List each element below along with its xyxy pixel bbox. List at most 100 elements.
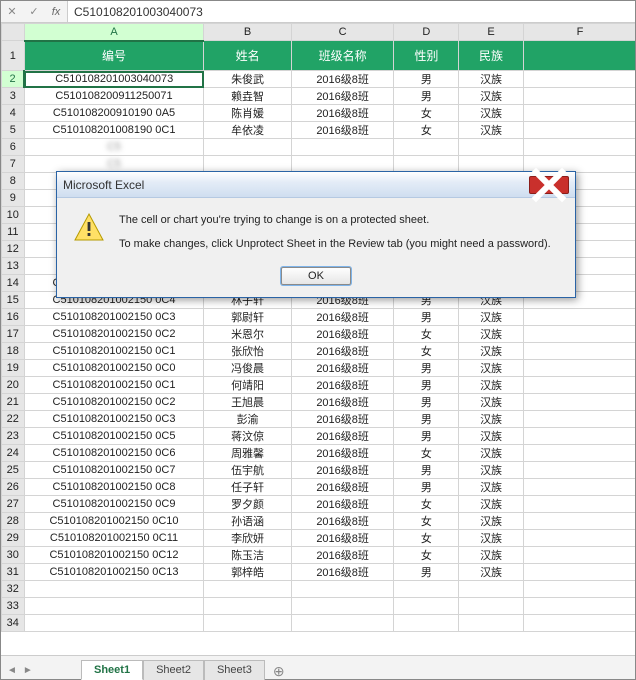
cell-A29[interactable]: C510108201002150 0C11 (24, 530, 204, 547)
cell-F23[interactable] (523, 428, 635, 445)
cell-A26[interactable]: C510108201002150 0C8 (24, 479, 204, 496)
sheet-tab-sheet1[interactable]: Sheet1 (81, 660, 143, 680)
col-header-B[interactable]: B (204, 24, 291, 41)
cell-B16[interactable]: 郭尉轩 (204, 309, 291, 326)
formula-accept-icon[interactable]: ✓ (23, 2, 45, 22)
row-header-7[interactable]: 7 (2, 156, 25, 173)
cell-B2[interactable]: 朱俊武 (204, 71, 291, 88)
cell-A6[interactable]: C5 (24, 139, 204, 156)
select-all-corner[interactable] (2, 24, 25, 41)
cell-D31[interactable]: 男 (394, 564, 459, 581)
cell-E26[interactable]: 汉族 (459, 479, 524, 496)
cell-C28[interactable]: 2016级8班 (291, 513, 394, 530)
cell-B19[interactable]: 冯俊晨 (204, 360, 291, 377)
row-header-34[interactable]: 34 (2, 615, 25, 632)
nav-prev-icon[interactable]: ◄ (7, 665, 17, 676)
cell-F4[interactable] (523, 105, 635, 122)
header-cell-D[interactable]: 性别 (394, 41, 459, 71)
spreadsheet-grid[interactable]: ABCDEF1编号姓名班级名称性别民族2C510108201003040073朱… (1, 23, 635, 643)
cell-C5[interactable]: 2016级8班 (291, 122, 394, 139)
row-header-17[interactable]: 17 (2, 326, 25, 343)
cell-F28[interactable] (523, 513, 635, 530)
row-header-20[interactable]: 20 (2, 377, 25, 394)
cell-F17[interactable] (523, 326, 635, 343)
cell-F32[interactable] (523, 581, 635, 598)
cell-B29[interactable]: 李欣妍 (204, 530, 291, 547)
cell-E7[interactable] (459, 156, 524, 173)
cell-A21[interactable]: C510108201002150 0C2 (24, 394, 204, 411)
cell-A20[interactable]: C510108201002150 0C1 (24, 377, 204, 394)
col-header-D[interactable]: D (394, 24, 459, 41)
cell-C16[interactable]: 2016级8班 (291, 309, 394, 326)
row-header-26[interactable]: 26 (2, 479, 25, 496)
cell-F22[interactable] (523, 411, 635, 428)
cell-E28[interactable]: 汉族 (459, 513, 524, 530)
cell-B17[interactable]: 米恩尔 (204, 326, 291, 343)
sheet-tab-sheet2[interactable]: Sheet2 (143, 660, 204, 680)
cell-F26[interactable] (523, 479, 635, 496)
row-header-4[interactable]: 4 (2, 105, 25, 122)
cell-A23[interactable]: C510108201002150 0C5 (24, 428, 204, 445)
cell-D22[interactable]: 男 (394, 411, 459, 428)
cell-C31[interactable]: 2016级8班 (291, 564, 394, 581)
fx-icon[interactable]: fx (45, 2, 67, 22)
header-cell-A[interactable]: 编号 (24, 41, 204, 71)
cell-C32[interactable] (291, 581, 394, 598)
cell-E32[interactable] (459, 581, 524, 598)
cell-C18[interactable]: 2016级8班 (291, 343, 394, 360)
close-icon[interactable] (529, 176, 569, 194)
cell-D5[interactable]: 女 (394, 122, 459, 139)
cell-D32[interactable] (394, 581, 459, 598)
cell-B33[interactable] (204, 598, 291, 615)
cell-A5[interactable]: C510108201008190 0C1 (24, 122, 204, 139)
cell-E31[interactable]: 汉族 (459, 564, 524, 581)
cell-A24[interactable]: C510108201002150 0C6 (24, 445, 204, 462)
cell-C3[interactable]: 2016级8班 (291, 88, 394, 105)
cell-E19[interactable]: 汉族 (459, 360, 524, 377)
cell-A28[interactable]: C510108201002150 0C10 (24, 513, 204, 530)
col-header-E[interactable]: E (459, 24, 524, 41)
cell-D18[interactable]: 女 (394, 343, 459, 360)
cell-C17[interactable]: 2016级8班 (291, 326, 394, 343)
cell-F5[interactable] (523, 122, 635, 139)
row-header-10[interactable]: 10 (2, 207, 25, 224)
cell-E24[interactable]: 汉族 (459, 445, 524, 462)
row-header-22[interactable]: 22 (2, 411, 25, 428)
cell-D6[interactable] (394, 139, 459, 156)
row-header-8[interactable]: 8 (2, 173, 25, 190)
ok-button[interactable]: OK (281, 267, 351, 285)
cell-F29[interactable] (523, 530, 635, 547)
cell-F18[interactable] (523, 343, 635, 360)
cell-C7[interactable] (291, 156, 394, 173)
cell-E21[interactable]: 汉族 (459, 394, 524, 411)
add-sheet-button[interactable]: ⊕ (265, 663, 293, 680)
cell-B34[interactable] (204, 615, 291, 632)
cell-A19[interactable]: C510108201002150 0C0 (24, 360, 204, 377)
cell-D3[interactable]: 男 (394, 88, 459, 105)
cell-F27[interactable] (523, 496, 635, 513)
cell-E17[interactable]: 汉族 (459, 326, 524, 343)
header-cell-C[interactable]: 班级名称 (291, 41, 394, 71)
cell-B7[interactable] (204, 156, 291, 173)
cell-C23[interactable]: 2016级8班 (291, 428, 394, 445)
row-header-28[interactable]: 28 (2, 513, 25, 530)
cell-B18[interactable]: 张欣怡 (204, 343, 291, 360)
cell-B22[interactable]: 彭渝 (204, 411, 291, 428)
cell-D2[interactable]: 男 (394, 71, 459, 88)
cell-E25[interactable]: 汉族 (459, 462, 524, 479)
cell-C27[interactable]: 2016级8班 (291, 496, 394, 513)
cell-A18[interactable]: C510108201002150 0C1 (24, 343, 204, 360)
cell-F21[interactable] (523, 394, 635, 411)
cell-D26[interactable]: 男 (394, 479, 459, 496)
cell-D29[interactable]: 女 (394, 530, 459, 547)
cell-F31[interactable] (523, 564, 635, 581)
cell-C2[interactable]: 2016级8班 (291, 71, 394, 88)
cell-C21[interactable]: 2016级8班 (291, 394, 394, 411)
cell-D30[interactable]: 女 (394, 547, 459, 564)
row-header-29[interactable]: 29 (2, 530, 25, 547)
cell-F6[interactable] (523, 139, 635, 156)
cell-F34[interactable] (523, 615, 635, 632)
row-header-6[interactable]: 6 (2, 139, 25, 156)
cell-C26[interactable]: 2016级8班 (291, 479, 394, 496)
sheet-tab-sheet3[interactable]: Sheet3 (204, 660, 265, 680)
